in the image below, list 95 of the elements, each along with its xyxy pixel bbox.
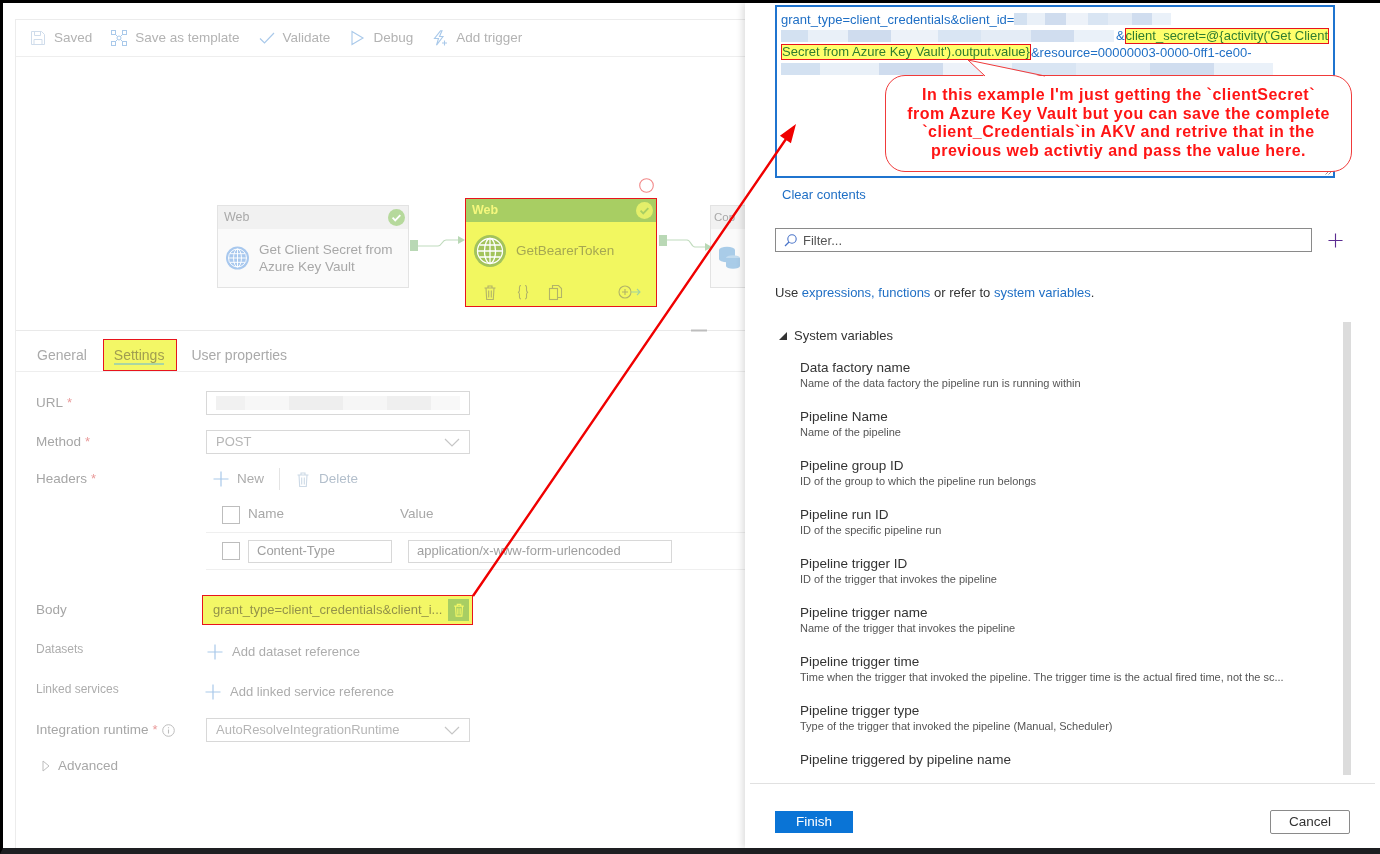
toolbar-button[interactable]: Validate (258, 27, 331, 49)
database-icon (719, 245, 741, 270)
variable-name[interactable]: Pipeline trigger name (800, 604, 1339, 621)
body-field[interactable]: grant_type=client_credentials&client_i... (202, 595, 473, 625)
chevron-down-icon (444, 725, 460, 735)
chevron-down-icon (444, 437, 460, 447)
search-icon (784, 234, 797, 247)
variable-name[interactable]: Data factory name (800, 359, 1339, 376)
network-icon (111, 30, 128, 46)
required-mark: * (152, 721, 158, 740)
tab[interactable]: General (26, 339, 100, 371)
variable-description: Name of the pipeline (800, 425, 902, 440)
field-label: Method (36, 432, 82, 451)
variable-name[interactable]: Pipeline group ID (800, 457, 1339, 474)
info-icon[interactable] (161, 723, 175, 737)
help-link[interactable]: system variables (993, 285, 1091, 300)
toolbar-button[interactable]: Save as template (111, 27, 240, 49)
finish-button[interactable]: Finish (775, 811, 853, 833)
activity-node[interactable]: Web Get Client Secret from Azure Key Vault (217, 205, 409, 288)
field-label: Body (36, 600, 67, 619)
copy-icon[interactable] (548, 283, 564, 301)
variable-description: ID of the trigger that invokes the pipeline (800, 572, 998, 587)
header-name-field[interactable]: Content-Type (248, 539, 392, 563)
variable-description: ID of the specific pipeline run (800, 523, 943, 538)
checkbox[interactable] (222, 505, 240, 524)
runtime-dropdown[interactable]: AutoResolveIntegrationRuntime (206, 718, 470, 742)
activity-type-label: Web (472, 202, 499, 220)
plus-icon[interactable] (213, 471, 229, 487)
column-header: Name (247, 505, 285, 524)
toolbar-button[interactable]: Debug (349, 27, 414, 49)
variable-description: Type of the trigger that invoked the pipeline (Manual, Scheduler) (800, 719, 1114, 734)
column-header: Value (400, 505, 434, 524)
add-icon[interactable] (1328, 232, 1343, 248)
plus-arrow-icon[interactable] (618, 284, 642, 300)
variable-name[interactable]: Pipeline trigger ID (800, 555, 1339, 572)
toolbar-button[interactable]: Add trigger (432, 27, 523, 49)
activity-name: GetBearerToken (516, 242, 615, 259)
tab[interactable]: Settings (102, 339, 178, 371)
minimize-icon[interactable] (691, 329, 707, 332)
advanced-toggle[interactable]: Advanced (58, 755, 119, 777)
braces-icon[interactable] (515, 283, 531, 301)
highlighted-expression: Secret from Azure Key Vault').output.value} (781, 44, 1031, 61)
trash-icon[interactable] (482, 283, 498, 301)
circle-icon (639, 178, 654, 193)
clear-contents-link[interactable]: Clear contents (782, 188, 866, 202)
delete-body-button[interactable] (448, 599, 469, 621)
variable-name[interactable]: Pipeline triggered by pipeline name (800, 751, 1339, 768)
field-label: Linked services (36, 681, 119, 698)
scrollbar-thumb[interactable] (1343, 322, 1351, 775)
add-linked-service-button[interactable]: Add linked service reference (205, 682, 395, 702)
connector-arrow (409, 235, 466, 253)
globe-icon (474, 234, 506, 267)
field-label: Headers (36, 469, 88, 488)
cancel-button[interactable]: Cancel (1270, 810, 1350, 834)
variable-name[interactable]: Pipeline run ID (800, 506, 1339, 523)
new-header-button[interactable]: New (213, 468, 264, 490)
variable-name[interactable]: Pipeline trigger time (800, 653, 1339, 670)
method-dropdown[interactable]: POST (206, 430, 470, 454)
trash-icon (451, 602, 466, 618)
tab[interactable]: User properties (180, 339, 301, 371)
lightning-icon (432, 30, 449, 46)
connector-arrow (657, 233, 713, 253)
variable-description: Name of the data factory the pipeline run is running within (800, 376, 1082, 391)
variable-description: Time when the trigger that invoked the pipeline. The trigger time is the actual fired time, not the sc... (800, 670, 1285, 685)
url-field[interactable] (206, 391, 470, 415)
variable-name[interactable]: Pipeline trigger type (800, 702, 1339, 719)
variable-description: ID of the group to which the pipeline run belongs (800, 474, 1038, 489)
plus-icon[interactable] (207, 644, 223, 660)
activity-type-label: Web (224, 209, 250, 227)
filter-field[interactable]: Filter... (775, 228, 1312, 252)
toolbar-button[interactable]: Saved (30, 27, 93, 49)
highlighted-expression: client_secret=@{activity('Get Client (1124, 27, 1329, 44)
required-mark: * (85, 433, 91, 452)
field-label: Integration runtime (36, 720, 149, 739)
save-icon (30, 30, 46, 46)
checkmark-icon (258, 30, 275, 46)
required-mark: * (67, 394, 73, 413)
plus-icon[interactable] (205, 684, 221, 700)
help-text: Use expressions, functions or refer to system variables. (775, 285, 1096, 301)
expression-text: & (1115, 27, 1125, 45)
help-link[interactable]: expressions, functions (801, 285, 931, 300)
checkbox[interactable] (222, 542, 240, 560)
field-label: Datasets (36, 641, 84, 658)
section-header[interactable]: System variables (775, 327, 893, 345)
variable-description: Name of the trigger that invokes the pipeline (800, 621, 1017, 636)
add-dataset-button[interactable]: Add dataset reference (207, 642, 360, 662)
field-label: URL (36, 393, 63, 412)
play-icon (349, 30, 366, 46)
expression-text: grant_type=client_credentials&client_id= (781, 10, 1015, 29)
activity-name: Get Client Secret from Azure Key Vault (259, 240, 394, 275)
caret-right-icon[interactable] (42, 760, 50, 772)
activity-node[interactable]: Web GetBearerToken (465, 198, 657, 307)
variable-name[interactable]: Pipeline Name (800, 408, 1339, 425)
required-mark: * (91, 470, 97, 489)
expression-text: &resource=00000003-0000-0ff1-ce00- (1030, 43, 1252, 62)
